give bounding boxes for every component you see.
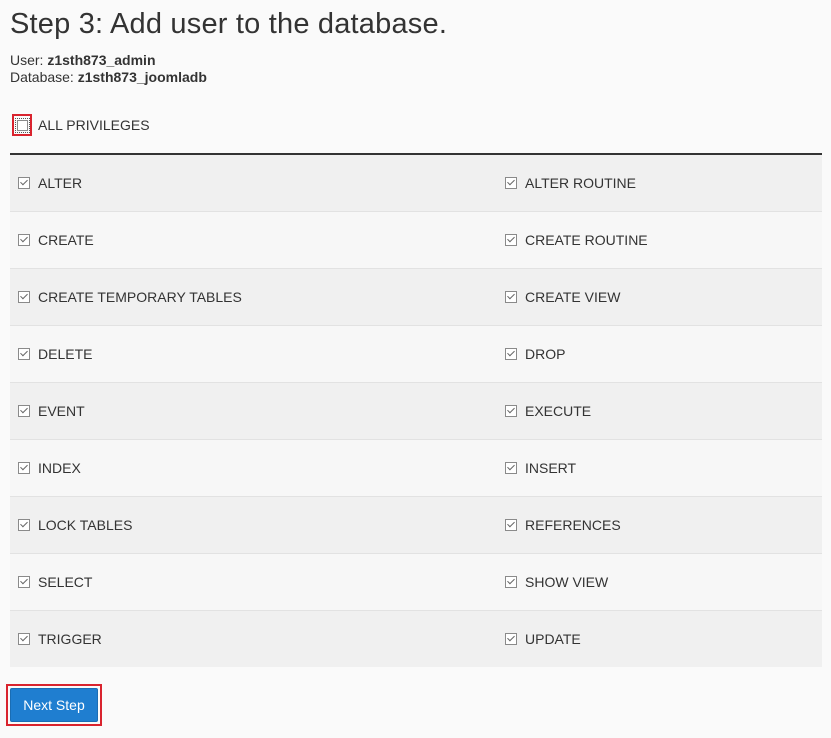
privilege-checkbox[interactable]: [505, 291, 517, 303]
privilege-checkbox[interactable]: [505, 462, 517, 474]
privilege-label[interactable]: CREATE VIEW: [525, 289, 620, 305]
table-row: SELECT SHOW VIEW: [10, 554, 822, 611]
privilege-label[interactable]: INDEX: [38, 460, 81, 476]
privilege-checkbox[interactable]: [505, 234, 517, 246]
privilege-label[interactable]: ALTER ROUTINE: [525, 175, 636, 191]
privilege-item[interactable]: UPDATE: [497, 611, 822, 667]
database-label: Database:: [10, 69, 74, 85]
privilege-item[interactable]: REFERENCES: [497, 497, 822, 553]
privilege-label[interactable]: UPDATE: [525, 631, 581, 647]
privilege-checkbox[interactable]: [18, 405, 30, 417]
next-step-button[interactable]: Next Step: [10, 688, 98, 722]
privilege-label[interactable]: CREATE TEMPORARY TABLES: [38, 289, 242, 305]
privilege-item[interactable]: LOCK TABLES: [10, 497, 497, 553]
privilege-checkbox[interactable]: [18, 234, 30, 246]
privilege-checkbox[interactable]: [505, 576, 517, 588]
privilege-item[interactable]: SELECT: [10, 554, 497, 610]
table-row: TRIGGER UPDATE: [10, 611, 822, 667]
privilege-label[interactable]: DELETE: [38, 346, 92, 362]
privilege-item[interactable]: CREATE VIEW: [497, 269, 822, 325]
next-step-highlight: Next Step: [6, 684, 102, 726]
table-row: INDEX INSERT: [10, 440, 822, 497]
table-row: DELETE DROP: [10, 326, 822, 383]
privilege-label[interactable]: TRIGGER: [38, 631, 102, 647]
privilege-checkbox[interactable]: [18, 519, 30, 531]
user-info: User: z1sth873_admin: [10, 52, 822, 69]
privilege-checkbox[interactable]: [18, 177, 30, 189]
database-value: z1sth873_joomladb: [77, 69, 207, 85]
privilege-checkbox[interactable]: [505, 519, 517, 531]
table-row: CREATE CREATE ROUTINE: [10, 212, 822, 269]
privilege-label[interactable]: SHOW VIEW: [525, 574, 608, 590]
privilege-label[interactable]: ALTER: [38, 175, 82, 191]
privilege-item[interactable]: EVENT: [10, 383, 497, 439]
user-label: User:: [10, 52, 44, 68]
all-privileges-checkbox[interactable]: [14, 117, 30, 133]
privilege-label[interactable]: INSERT: [525, 460, 576, 476]
table-row: LOCK TABLES REFERENCES: [10, 497, 822, 554]
privilege-checkbox[interactable]: [505, 405, 517, 417]
table-row: CREATE TEMPORARY TABLES CREATE VIEW: [10, 269, 822, 326]
add-user-to-database-page: Step 3: Add user to the database. User: …: [6, 0, 822, 726]
privilege-label[interactable]: EXECUTE: [525, 403, 591, 419]
privilege-item[interactable]: ALTER ROUTINE: [497, 155, 822, 211]
privilege-item[interactable]: TRIGGER: [10, 611, 497, 667]
database-info: Database: z1sth873_joomladb: [10, 69, 822, 86]
privilege-label[interactable]: DROP: [525, 346, 565, 362]
privilege-label[interactable]: EVENT: [38, 403, 85, 419]
all-privileges-option[interactable]: ALL PRIVILEGES: [10, 112, 150, 138]
highlight-box: [12, 114, 32, 136]
privilege-label[interactable]: CREATE ROUTINE: [525, 232, 648, 248]
privilege-checkbox[interactable]: [18, 291, 30, 303]
privilege-label[interactable]: SELECT: [38, 574, 92, 590]
privilege-item[interactable]: INSERT: [497, 440, 822, 496]
privilege-checkbox[interactable]: [505, 633, 517, 645]
page-title: Step 3: Add user to the database.: [10, 8, 448, 40]
privilege-item[interactable]: EXECUTE: [497, 383, 822, 439]
table-row: EVENT EXECUTE: [10, 383, 822, 440]
privilege-label[interactable]: LOCK TABLES: [38, 517, 132, 533]
privilege-item[interactable]: CREATE ROUTINE: [497, 212, 822, 268]
privilege-item[interactable]: DELETE: [10, 326, 497, 382]
privilege-checkbox[interactable]: [505, 348, 517, 360]
privilege-item[interactable]: CREATE TEMPORARY TABLES: [10, 269, 497, 325]
privilege-checkbox[interactable]: [18, 348, 30, 360]
privilege-item[interactable]: CREATE: [10, 212, 497, 268]
privilege-checkbox[interactable]: [18, 462, 30, 474]
table-row: ALTER ALTER ROUTINE: [10, 155, 822, 212]
privilege-item[interactable]: DROP: [497, 326, 822, 382]
privilege-checkbox[interactable]: [18, 576, 30, 588]
all-privileges-label[interactable]: ALL PRIVILEGES: [38, 117, 150, 133]
privilege-checkbox[interactable]: [505, 177, 517, 189]
privilege-checkbox[interactable]: [18, 633, 30, 645]
privilege-label[interactable]: REFERENCES: [525, 517, 621, 533]
privileges-table: ALTER ALTER ROUTINE CREATE CREATE ROUTIN…: [10, 153, 822, 667]
privilege-item[interactable]: ALTER: [10, 155, 497, 211]
privilege-item[interactable]: SHOW VIEW: [497, 554, 822, 610]
privilege-label[interactable]: CREATE: [38, 232, 94, 248]
privilege-item[interactable]: INDEX: [10, 440, 497, 496]
user-value: z1sth873_admin: [47, 52, 156, 68]
